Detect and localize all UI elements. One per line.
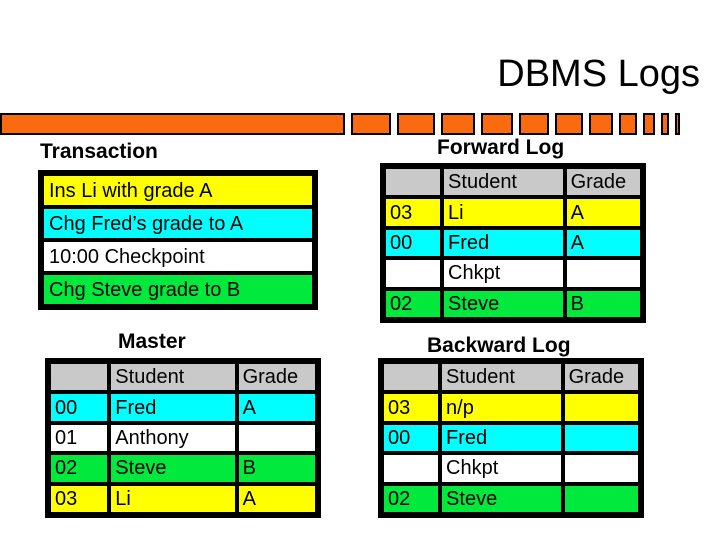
transaction-cell: Chg Steve grade to B (42, 273, 314, 306)
divider-segment (397, 113, 435, 135)
cell-student: n/p (440, 392, 563, 423)
cell-id (382, 453, 441, 484)
backward-log-table: Student Grade 03 n/p 00 Fred Chkpt 02 Steve (378, 358, 644, 518)
cell-grade: A (564, 227, 642, 259)
column-header-grade: Grade (564, 167, 642, 198)
forward-log-heading: Forward Log (437, 136, 565, 159)
backward-log-heading: Backward Log (427, 334, 571, 357)
column-header-student: Student (109, 362, 237, 393)
cell-student: Steve (440, 483, 563, 515)
cell-grade (562, 453, 640, 484)
divider-segment (661, 113, 669, 135)
cell-student: Fred (440, 422, 563, 454)
cell-student: Li (442, 197, 565, 228)
table-row: 02 Steve (382, 483, 640, 515)
cell-id: 02 (384, 288, 443, 320)
column-header-id (382, 362, 441, 393)
divider-segment (351, 113, 391, 135)
table-row: 03 n/p (382, 392, 640, 423)
column-header-student: Student (440, 362, 563, 393)
master-table: Student Grade 00 Fred A 01 Anthony 02 Steve B 03 Li… (45, 358, 321, 518)
table-row: 03 Li A (384, 197, 642, 228)
column-header-grade: Grade (562, 362, 640, 393)
table-header-row: Student Grade (384, 167, 642, 198)
cell-id (384, 258, 443, 289)
cell-grade (564, 258, 642, 289)
decorative-divider-bar (0, 113, 720, 135)
transaction-cell: Ins Li with grade A (42, 174, 314, 207)
divider-segment (481, 113, 513, 135)
cell-grade (562, 422, 640, 454)
cell-student: Fred (109, 392, 237, 423)
cell-grade: B (236, 453, 317, 484)
column-header-id (384, 167, 443, 198)
cell-grade: A (236, 392, 317, 423)
cell-grade: A (564, 197, 642, 228)
cell-student: Fred (442, 227, 565, 259)
table-row: Chg Steve grade to B (42, 273, 314, 306)
table-row: 02 Steve B (49, 453, 317, 484)
cell-id: 00 (384, 227, 443, 259)
cell-id: 03 (49, 483, 110, 515)
column-header-id (49, 362, 110, 393)
table-row: 10:00 Checkpoint (42, 240, 314, 273)
table-row: 00 Fred A (49, 392, 317, 423)
cell-grade (562, 392, 640, 423)
table-row: Chkpt (382, 453, 640, 484)
divider-segment (589, 113, 613, 135)
cell-id: 00 (382, 422, 441, 454)
cell-id: 02 (49, 453, 110, 484)
transaction-cell: 10:00 Checkpoint (42, 240, 314, 273)
cell-id: 03 (384, 197, 443, 228)
cell-student: Chkpt (442, 258, 565, 289)
divider-segment (519, 113, 549, 135)
forward-log-table: Student Grade 03 Li A 00 Fred A Chkpt 02 Steve B (380, 163, 646, 323)
transaction-heading: Transaction (40, 140, 158, 163)
table-row: 01 Anthony (49, 422, 317, 454)
cell-id: 03 (382, 392, 441, 423)
cell-grade: B (564, 288, 642, 320)
table-row: Chg Fred’s grade to A (42, 207, 314, 240)
table-header-row: Student Grade (49, 362, 317, 393)
table-row: Chkpt (384, 258, 642, 289)
table-row: 00 Fred A (384, 227, 642, 259)
cell-student: Li (109, 483, 237, 515)
table-header-row: Student Grade (382, 362, 640, 393)
cell-id: 00 (49, 392, 110, 423)
master-heading: Master (118, 330, 186, 353)
divider-segment (441, 113, 475, 135)
divider-segment (555, 113, 583, 135)
table-row: 02 Steve B (384, 288, 642, 320)
cell-student: Steve (109, 453, 237, 484)
divider-segment (675, 113, 680, 135)
cell-id: 02 (382, 483, 441, 515)
table-row: 00 Fred (382, 422, 640, 454)
cell-id: 01 (49, 422, 110, 454)
table-row: 03 Li A (49, 483, 317, 515)
divider-segment (643, 113, 655, 135)
cell-grade: A (236, 483, 317, 515)
transaction-table: Ins Li with grade A Chg Fred’s grade to A… (38, 170, 318, 310)
cell-student: Steve (442, 288, 565, 320)
page-title: DBMS Logs (497, 53, 700, 95)
column-header-student: Student (442, 167, 565, 198)
column-header-grade: Grade (236, 362, 317, 393)
cell-grade (236, 422, 317, 454)
cell-student: Chkpt (440, 453, 563, 484)
cell-grade (562, 483, 640, 515)
divider-segment (0, 113, 345, 135)
divider-segment (619, 113, 637, 135)
transaction-cell: Chg Fred’s grade to A (42, 207, 314, 240)
cell-student: Anthony (109, 422, 237, 454)
table-row: Ins Li with grade A (42, 174, 314, 207)
